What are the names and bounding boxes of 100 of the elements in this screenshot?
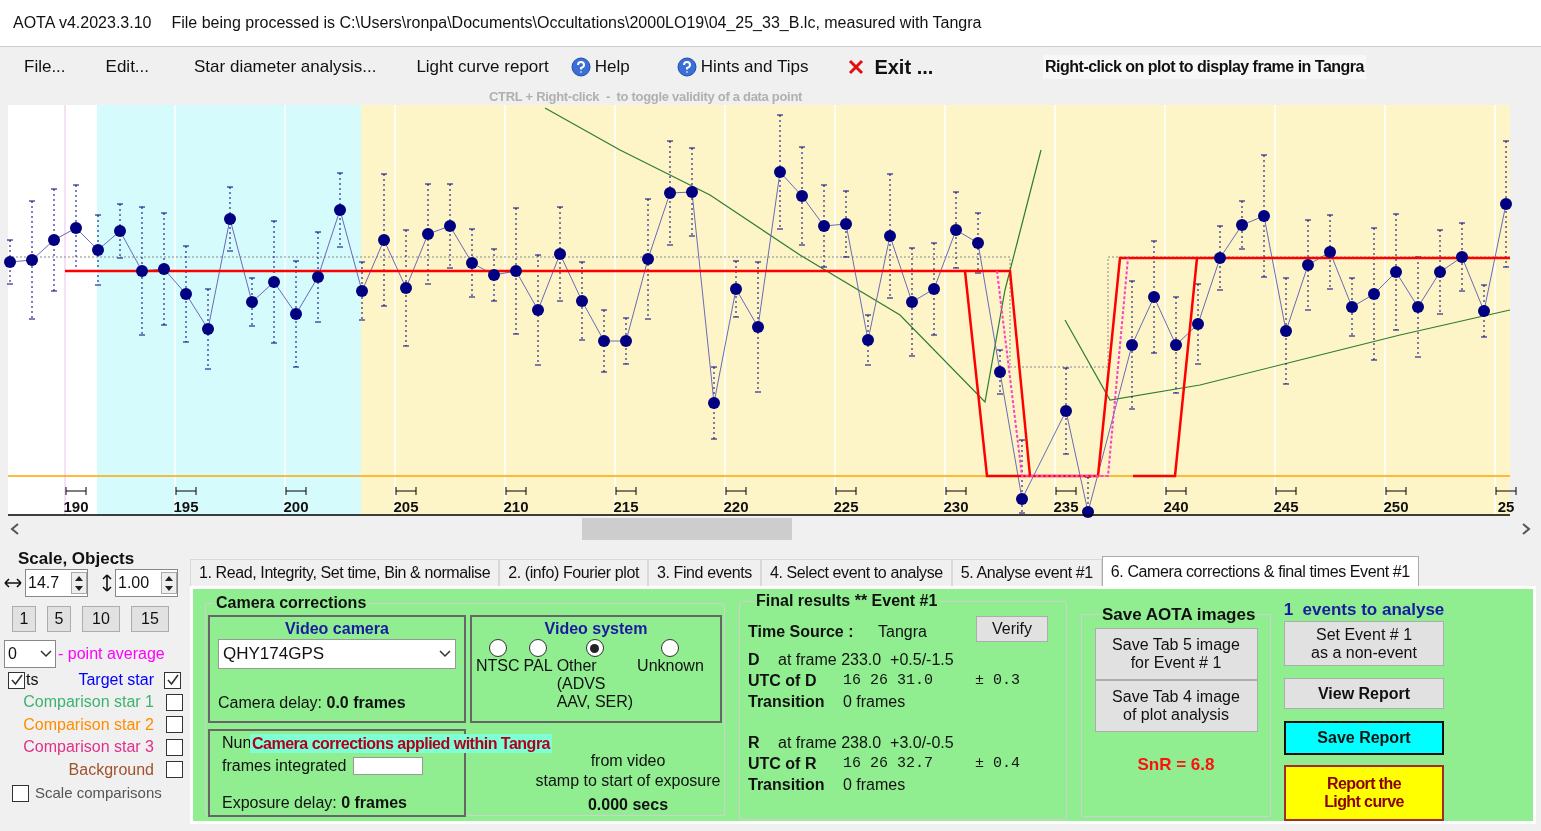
utc-time: 16 26 31.0 bbox=[843, 671, 934, 691]
exposure-note: from video stamp to start of exposure bbox=[535, 752, 721, 791]
event-letter: R bbox=[748, 733, 761, 753]
checkbox-label: ts bbox=[26, 670, 40, 690]
horizontal-arrows-icon bbox=[4, 578, 22, 588]
action-button[interactable]: Report the Light curve bbox=[1284, 764, 1444, 821]
utc-time: 16 26 32.7 bbox=[843, 754, 934, 774]
tab[interactable]: 2. (info) Fourier plot bbox=[499, 559, 648, 586]
field-label: Nun bbox=[222, 733, 252, 753]
field-label: Transition bbox=[748, 692, 826, 712]
checkbox[interactable] bbox=[166, 716, 183, 734]
field-label: frames integrated bbox=[222, 756, 347, 776]
snr-text: SnR = 6.8 bbox=[1137, 753, 1215, 776]
caret-icon[interactable] bbox=[40, 650, 52, 658]
axis-label: 220 bbox=[723, 498, 749, 515]
tab[interactable]: 4. Select event to analyse bbox=[760, 559, 952, 586]
checkbox-label: Scale comparisons bbox=[35, 782, 162, 803]
menu-item[interactable]: Star diameter analysis... bbox=[194, 54, 377, 80]
frames-input[interactable] bbox=[352, 757, 423, 775]
scale-button[interactable]: 1 bbox=[12, 606, 36, 632]
uncertainty-text: ± 0.3 bbox=[975, 671, 1020, 691]
tab[interactable]: 3. Find events bbox=[648, 559, 761, 586]
radio-button[interactable] bbox=[488, 639, 507, 657]
action-button[interactable]: View Report bbox=[1284, 678, 1444, 710]
uncertainty-text: ± 0.4 bbox=[975, 754, 1020, 774]
axis-label: 215 bbox=[613, 498, 639, 515]
radio-button[interactable] bbox=[585, 639, 604, 657]
file-path-text: File being processed is C:\Users\ronpa\Documents\Occultations\2000LO19\04_25_33_B.lc, measured with Tangra bbox=[171, 13, 982, 33]
menu-item[interactable]: Edit... bbox=[105, 54, 150, 80]
radio-label: Unknown bbox=[637, 657, 704, 675]
menu-item[interactable]: Help bbox=[570, 54, 630, 80]
radio-label: NTSC bbox=[476, 657, 520, 675]
checkbox[interactable] bbox=[166, 738, 183, 756]
scroll-left-icon[interactable] bbox=[10, 523, 20, 535]
checkbox[interactable] bbox=[166, 761, 183, 779]
menu-item[interactable]: Light curve report bbox=[416, 54, 549, 80]
save-image-button[interactable]: Save Tab 5 image for Event # 1 bbox=[1094, 627, 1258, 680]
axis-label: 240 bbox=[1163, 498, 1189, 515]
save-image-button[interactable]: Save Tab 4 image of plot analysis bbox=[1094, 679, 1258, 732]
radio-button[interactable] bbox=[529, 639, 548, 657]
object-label: Background bbox=[67, 759, 155, 780]
checkbox[interactable] bbox=[164, 671, 181, 689]
scale-button[interactable]: 10 bbox=[82, 606, 120, 632]
axis-label: 195 bbox=[173, 498, 199, 515]
help-icon bbox=[570, 57, 591, 77]
group-title: Save AOTA images bbox=[1101, 604, 1257, 626]
checkbox[interactable] bbox=[166, 693, 183, 711]
point-average-label: - point average bbox=[58, 644, 165, 664]
box-title: Video system bbox=[543, 619, 649, 639]
close-icon bbox=[848, 59, 865, 75]
vertical-arrows-icon bbox=[102, 574, 112, 592]
group-title: Scale, Objects bbox=[17, 548, 136, 568]
axis-label: 235 bbox=[1053, 498, 1079, 515]
checkbox[interactable] bbox=[12, 784, 29, 802]
group-title: Final results ** Event #1 bbox=[755, 591, 939, 611]
axis-label: 250 bbox=[1383, 498, 1409, 515]
camera-dropdown[interactable]: QHY174GPS bbox=[218, 639, 456, 669]
event-frame: at frame 238.0 +3.0/-0.5 bbox=[778, 732, 954, 753]
box-title: Video camera bbox=[284, 619, 390, 639]
object-label: Comparison star 3 bbox=[22, 737, 155, 758]
menu-item[interactable]: File... bbox=[24, 54, 66, 80]
verify-button[interactable]: Verify bbox=[976, 616, 1048, 642]
camera-delay-text: Camera delay: 0.0 frames bbox=[218, 693, 407, 713]
tab[interactable]: 6. Camera corrections & final times Event #1 bbox=[1101, 556, 1419, 586]
action-button[interactable]: Set Event # 1 as a non-event bbox=[1284, 621, 1444, 667]
exposure-delay-text: Exposure delay: 0 frames bbox=[222, 793, 408, 813]
events-count: 1 events to analyse bbox=[1283, 599, 1445, 619]
plot-note: Right-click on plot to display frame in Tangra bbox=[1043, 55, 1366, 79]
field-label: Time Source : bbox=[748, 622, 855, 642]
field-value: 0 frames bbox=[843, 692, 906, 712]
scrollbar-thumb[interactable] bbox=[582, 518, 792, 540]
field-label: UTC of R bbox=[748, 754, 818, 774]
scale-button[interactable]: 15 bbox=[131, 606, 169, 632]
spinner-arrows-icon[interactable] bbox=[161, 572, 177, 594]
spinner-arrows-icon[interactable] bbox=[71, 572, 87, 594]
scale-button[interactable]: 5 bbox=[47, 606, 71, 632]
corrections-tooltip: Camera corrections applied within Tangra bbox=[250, 734, 552, 753]
scroll-right-icon[interactable] bbox=[1521, 523, 1531, 535]
spin-field[interactable]: 1.00 bbox=[115, 569, 178, 597]
event-frame: at frame 233.0 +0.5/-1.5 bbox=[778, 649, 954, 670]
checkbox[interactable] bbox=[8, 671, 25, 689]
field-label: Transition bbox=[748, 775, 826, 795]
help-icon bbox=[676, 57, 697, 77]
menu-item[interactable]: Exit ... bbox=[848, 52, 934, 82]
axis-label: 190 bbox=[63, 498, 89, 515]
menu-item[interactable]: Hints and Tips bbox=[676, 54, 809, 80]
dropdown[interactable]: 0 bbox=[4, 640, 56, 668]
object-label: Comparison star 2 bbox=[22, 714, 155, 735]
spin-field[interactable]: 14.7 bbox=[25, 569, 88, 597]
object-label: Comparison star 1 bbox=[22, 692, 155, 713]
action-button[interactable]: Save Report bbox=[1284, 721, 1444, 755]
tab[interactable]: 5. Analyse event #1 bbox=[951, 559, 1102, 586]
axis-label: 25 bbox=[1497, 498, 1515, 515]
field-value: Tangra bbox=[878, 622, 928, 642]
window-title: AOTA v4.2023.3.10 bbox=[13, 13, 152, 33]
axis-label: 230 bbox=[943, 498, 969, 515]
tab[interactable]: 1. Read, Integrity, Set time, Bin & normalise bbox=[190, 559, 500, 586]
radio-button[interactable] bbox=[661, 639, 680, 657]
caret-icon[interactable] bbox=[439, 650, 451, 658]
field-value: 0 frames bbox=[843, 775, 906, 795]
